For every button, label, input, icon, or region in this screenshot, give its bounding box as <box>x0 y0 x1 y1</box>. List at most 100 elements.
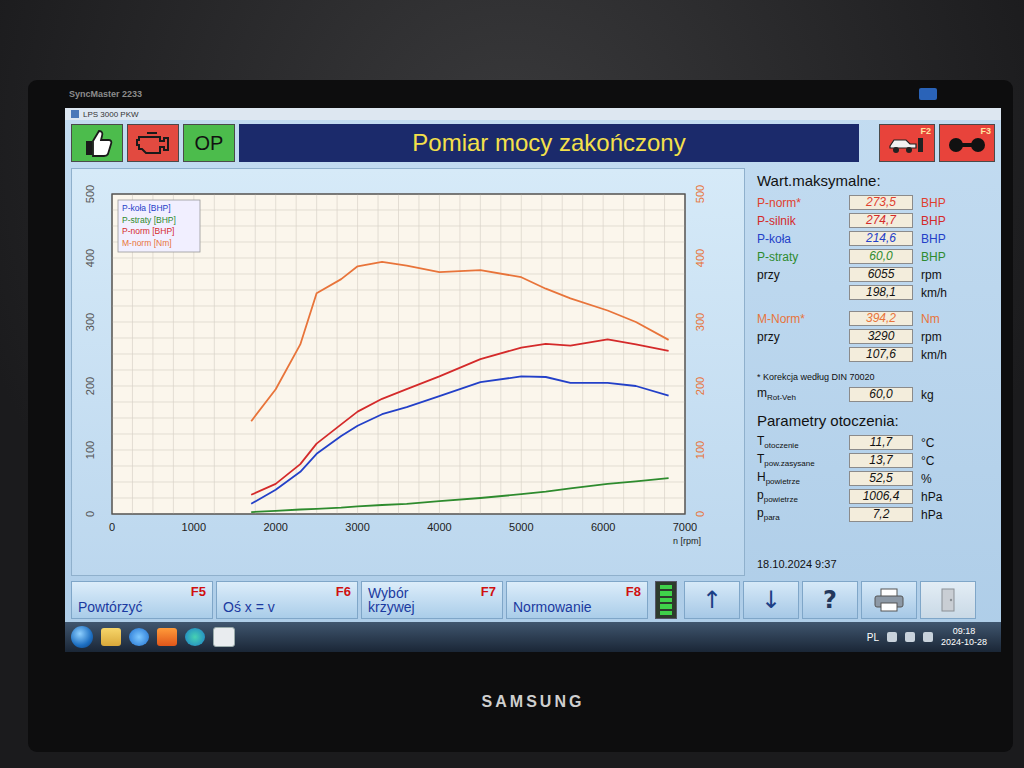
function-key: F5 <box>191 584 206 599</box>
value-label: Tpow.zasysane <box>757 452 841 468</box>
x-axis-label: 1000 <box>182 521 206 533</box>
value-unit: BHP <box>921 214 946 228</box>
environment-row: Hpowietrze52,5% <box>757 470 989 487</box>
legend-item: P-norm [BHP] <box>122 226 174 236</box>
grid-line <box>112 322 685 323</box>
value-row: P-koła214,6BHP <box>757 230 989 247</box>
function-bar: PowtórzyćF5Oś x = vF6Wybór krzywejF7Norm… <box>65 578 1001 622</box>
x-axis-label: 3000 <box>345 521 369 533</box>
value-row: P-silnik274,7BHP <box>757 212 989 229</box>
series-line <box>251 478 668 512</box>
value-field: 13,7 <box>849 453 913 468</box>
tool-button[interactable]: ↑ <box>684 581 740 619</box>
value-unit: km/h <box>921 348 947 362</box>
y-axis-right-label: 200 <box>694 377 706 395</box>
tool-button[interactable]: ? <box>802 581 858 619</box>
plot-area <box>112 194 685 514</box>
grid-line <box>112 466 685 467</box>
function-key: F8 <box>626 584 641 599</box>
value-row: przy3290rpm <box>757 328 989 345</box>
value-unit: hPa <box>921 508 942 522</box>
value-unit: BHP <box>921 196 946 210</box>
edge-icon[interactable] <box>185 628 205 646</box>
tray-flag-icon[interactable] <box>887 632 897 642</box>
value-field: 274,7 <box>849 213 913 228</box>
grid-line <box>112 338 685 339</box>
tray-network-icon[interactable] <box>905 632 915 642</box>
environment-row: ppara7,2hPa <box>757 506 989 523</box>
meter-bar <box>660 598 672 602</box>
printer-icon <box>872 587 906 613</box>
bezel-bottom: SAMSUNG <box>65 652 1001 752</box>
x-axis-label: 7000 <box>673 521 697 533</box>
legend-item: P-koła [BHP] <box>122 203 171 213</box>
environment-row: Tpow.zasysane13,7°C <box>757 452 989 469</box>
tool-button[interactable] <box>920 581 976 619</box>
value-field: 198,1 <box>849 285 913 300</box>
grid-line <box>112 402 685 403</box>
language-indicator[interactable]: PL <box>867 632 879 643</box>
legend <box>118 200 200 252</box>
function-key-button[interactable]: Normowanie F8 <box>506 581 648 619</box>
chart-panel: 0100200300400500010020030040050001000200… <box>71 168 745 576</box>
function-label: Normowanie <box>513 600 589 615</box>
media-icon[interactable] <box>157 628 177 646</box>
tool-button[interactable] <box>861 581 917 619</box>
value-unit: kg <box>921 388 934 402</box>
function-button[interactable]: F2 <box>879 124 935 162</box>
correction-note: * Korekcja według DIN 70020 <box>757 372 989 382</box>
grid-line <box>112 418 685 419</box>
tool-label: ↓ <box>761 586 781 614</box>
toolbar: OPPomiar mocy zakończony F2 F3 <box>65 120 1001 166</box>
ie-icon[interactable] <box>129 628 149 646</box>
function-key-button[interactable]: PowtórzyćF5 <box>71 581 213 619</box>
y-axis-label: 500 <box>84 185 96 203</box>
function-key: F2 <box>920 126 931 136</box>
value-label: przy <box>757 268 841 282</box>
function-key-button[interactable]: Oś x = vF6 <box>216 581 358 619</box>
grid-line <box>112 498 685 499</box>
value-field: 107,6 <box>849 347 913 362</box>
x-axis-label: 5000 <box>509 521 533 533</box>
grid-line <box>112 434 685 435</box>
y-axis-label: 200 <box>84 377 96 395</box>
window-title: LPS 3000 PKW <box>83 110 139 119</box>
main-area: 0100200300400500010020030040050001000200… <box>65 166 1001 578</box>
status-title: Pomiar mocy zakończony <box>239 124 859 162</box>
grid-line <box>112 306 685 307</box>
value-row: przy6055rpm <box>757 266 989 283</box>
tray-volume-icon[interactable] <box>923 632 933 642</box>
grid-line <box>112 386 685 387</box>
value-label: P-koła <box>757 232 841 246</box>
clock[interactable]: 09:182024-10-28 <box>941 626 995 648</box>
toolbar-button[interactable] <box>127 124 179 162</box>
function-button[interactable]: F3 <box>939 124 995 162</box>
start-button-icon[interactable] <box>71 626 93 648</box>
values-panel: Wart.maksymalne:P-norm*273,5BHPP-silnik2… <box>751 168 995 576</box>
explorer-icon[interactable] <box>101 628 121 646</box>
y-axis-label: 300 <box>84 313 96 331</box>
grid-line <box>112 482 685 483</box>
legend-item: M-norm [Nm] <box>122 238 172 248</box>
value-unit: °C <box>921 436 934 450</box>
environment-row: ppowietrze1006,4hPa <box>757 488 989 505</box>
value-field: 1006,4 <box>849 489 913 504</box>
function-key-button[interactable]: Wybór krzywejF7 <box>361 581 503 619</box>
toolbar-button[interactable]: OP <box>183 124 235 162</box>
value-field: 60,0 <box>849 387 913 402</box>
tool-button[interactable]: ↓ <box>743 581 799 619</box>
app-icon[interactable] <box>213 627 235 647</box>
y-axis-label: 400 <box>84 249 96 267</box>
legend-item: P-straty [BHP] <box>122 215 176 225</box>
toolbar-button[interactable] <box>71 124 123 162</box>
value-row: P-norm*273,5BHP <box>757 194 989 211</box>
value-row: 198,1km/h <box>757 284 989 301</box>
value-field: 273,5 <box>849 195 913 210</box>
title-bar: LPS 3000 PKW <box>65 108 1001 120</box>
function-key: F6 <box>336 584 351 599</box>
value-field: 3290 <box>849 329 913 344</box>
grid-line <box>112 258 685 259</box>
value-unit: BHP <box>921 250 946 264</box>
x-axis-label: 0 <box>109 521 115 533</box>
thumbs-up-icon <box>80 128 114 158</box>
